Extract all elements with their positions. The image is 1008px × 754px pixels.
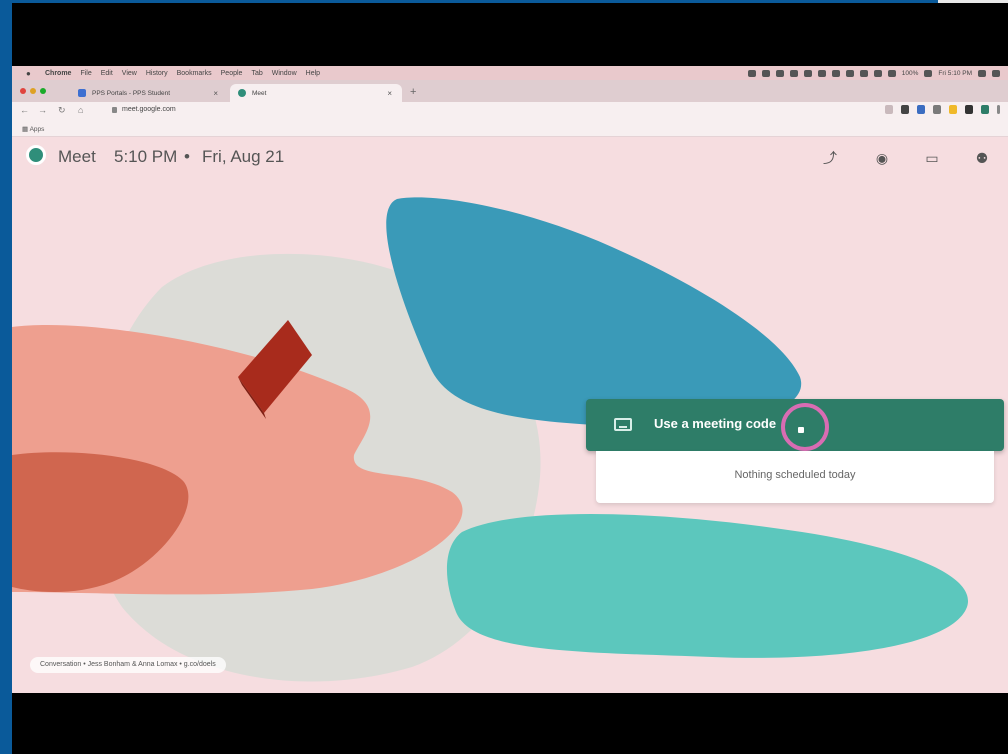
spotlight-icon[interactable] (978, 69, 986, 77)
menu-history[interactable]: History (146, 70, 168, 77)
profile-icon[interactable] (981, 105, 989, 114)
bluetooth-icon[interactable] (859, 69, 868, 77)
close-window-icon[interactable] (20, 88, 26, 94)
home-icon[interactable]: ⌂ (78, 105, 83, 115)
minimize-window-icon[interactable] (30, 88, 36, 94)
forward-icon[interactable]: → (38, 105, 47, 115)
tab-label: Meet (252, 89, 267, 97)
reload-icon[interactable]: ↻ (58, 105, 66, 116)
apple-menu-icon[interactable]: ● (26, 69, 36, 78)
tab-label: PPS Portals - PPS Student (92, 89, 171, 97)
zoom-window-icon[interactable] (40, 88, 46, 94)
keyboard-icon (614, 418, 632, 431)
control-center-icon[interactable] (992, 69, 1000, 77)
menu-tab[interactable]: Tab (251, 70, 262, 77)
meet-date: Fri, Aug 21 (202, 147, 285, 166)
extension-icon[interactable] (933, 105, 941, 114)
extensions-puzzle-icon[interactable] (965, 105, 973, 114)
wifi-icon[interactable] (887, 69, 896, 77)
bookmark-apps[interactable]: ▦ Apps (22, 125, 44, 133)
status-icon[interactable] (817, 69, 826, 77)
browser-tab-bar: PPS Portals - PPS Student × Meet × + (12, 80, 1008, 102)
display-icon[interactable] (873, 69, 882, 77)
meet-time: 5:10 PM (114, 147, 178, 166)
menu-bookmarks[interactable]: Bookmarks (177, 70, 212, 77)
menu-chrome[interactable]: Chrome (45, 70, 71, 77)
trend-icon[interactable]: ⤴ (820, 148, 840, 168)
mouse-cursor-icon (798, 427, 804, 433)
avatar-icon[interactable]: ⚉ (972, 148, 992, 168)
menu-people[interactable]: People (221, 70, 243, 77)
illustration-credit[interactable]: Conversation • Jess Bonham & Anna Lomax … (30, 657, 226, 673)
teal-blob (446, 513, 969, 658)
bookmark-star-icon[interactable] (885, 105, 893, 114)
lock-icon[interactable] (112, 107, 117, 113)
status-icon[interactable] (747, 69, 756, 77)
video-frame-left-border (0, 0, 12, 754)
window-controls (20, 88, 46, 94)
close-tab-icon[interactable]: × (387, 89, 392, 98)
browser-menu-icon[interactable] (997, 105, 1000, 114)
meet-title: Meet (58, 147, 96, 166)
status-area: 100% Fri 5:10 PM (747, 66, 1000, 80)
video-frame-top-strip (938, 0, 1008, 3)
new-tab-icon[interactable]: + (410, 86, 416, 98)
status-icon[interactable] (845, 69, 854, 77)
url-field[interactable]: meet.google.com (122, 106, 176, 113)
mac-menu-bar: ● Chrome File Edit View History Bookmark… (12, 66, 1008, 80)
help-icon[interactable]: ◉ (872, 148, 892, 168)
feedback-icon[interactable]: ▭ (922, 148, 942, 168)
use-meeting-code-label: Use a meeting code (654, 416, 777, 431)
menu-help[interactable]: Help (306, 70, 320, 77)
extension-icon[interactable] (949, 105, 957, 114)
bookmarks-bar: ▦ Apps (12, 122, 1008, 137)
battery-percent: 100% (901, 69, 919, 77)
menu-window[interactable]: Window (272, 70, 297, 77)
use-meeting-code-button[interactable]: Use a meeting code (586, 399, 1004, 451)
status-icon[interactable] (775, 69, 784, 77)
meet-separator: • (184, 147, 190, 166)
schedule-card: Nothing scheduled today (596, 451, 994, 503)
menu-edit[interactable]: Edit (101, 70, 113, 77)
tab-pps-portals[interactable]: PPS Portals - PPS Student × (70, 84, 228, 102)
menu-file[interactable]: File (80, 70, 91, 77)
pps-favicon-icon (78, 89, 86, 97)
menu-view[interactable]: View (122, 70, 137, 77)
status-icon[interactable] (831, 69, 840, 77)
cursor-highlight (781, 403, 829, 451)
status-icon[interactable] (761, 69, 770, 77)
schedule-empty-text: Nothing scheduled today (734, 469, 856, 481)
tab-meet[interactable]: Meet × (230, 84, 402, 102)
meet-favicon-icon (238, 89, 246, 97)
meet-page: Meet 5:10 PM • Fri, Aug 21 ⤴ ◉ ▭ ⚉ Use a… (12, 137, 1008, 693)
extensions-area (885, 105, 1000, 114)
status-icon[interactable] (789, 69, 798, 77)
close-tab-icon[interactable]: × (213, 89, 218, 98)
back-icon[interactable]: ← (20, 105, 29, 115)
status-icon[interactable] (803, 69, 812, 77)
battery-icon[interactable] (924, 69, 933, 77)
video-frame-top-border (0, 0, 938, 3)
menubar-clock[interactable]: Fri 5:10 PM (938, 70, 972, 77)
screen: ● Chrome File Edit View History Bookmark… (12, 66, 1008, 693)
address-bar: ← → ↻ ⌂ meet.google.com (12, 102, 1008, 122)
extension-icon[interactable] (917, 105, 925, 114)
meet-logo-icon (26, 145, 46, 165)
extension-icon[interactable] (901, 105, 909, 114)
